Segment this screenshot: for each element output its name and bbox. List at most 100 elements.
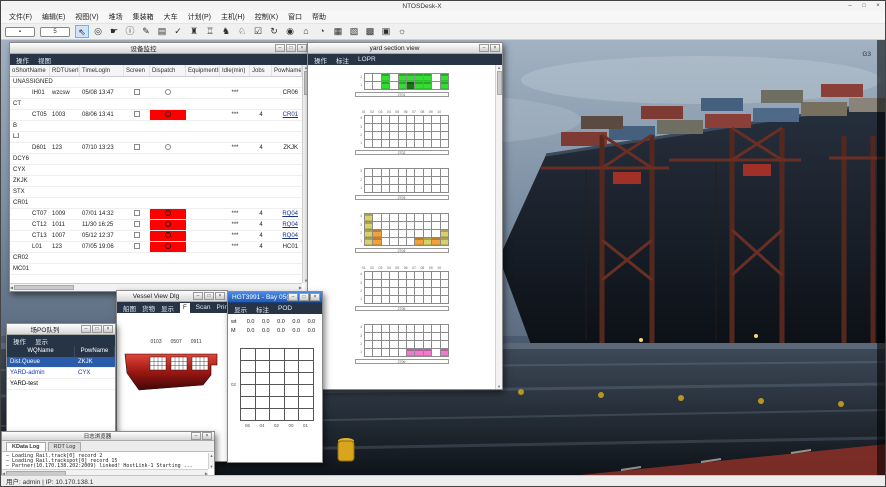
yard-cell[interactable] bbox=[399, 214, 407, 222]
yard-cell[interactable] bbox=[415, 230, 423, 238]
yard-cell[interactable] bbox=[441, 140, 449, 148]
yard-cell[interactable] bbox=[407, 185, 415, 193]
bay-slot[interactable] bbox=[299, 409, 314, 421]
log-tab-rdt-log[interactable]: RDT Log bbox=[48, 442, 82, 451]
yard-cell[interactable] bbox=[365, 169, 373, 177]
close-button[interactable]: × bbox=[103, 325, 113, 333]
yard-cell[interactable] bbox=[365, 124, 373, 132]
yard-cell[interactable] bbox=[415, 296, 423, 304]
pick-icon[interactable]: ☛ bbox=[107, 25, 121, 38]
vessel-menu-display[interactable]: 显示 bbox=[161, 303, 174, 313]
dispatch-radio[interactable] bbox=[165, 232, 171, 238]
yard-cell[interactable] bbox=[407, 214, 415, 222]
maximize-button[interactable]: □ bbox=[92, 325, 102, 333]
queue-row[interactable]: YARD-adminCYX bbox=[7, 368, 115, 379]
equipment-monitor-titlebar[interactable]: 设备监控 – □ × bbox=[10, 43, 309, 54]
yard-cell[interactable] bbox=[382, 238, 390, 246]
table-row[interactable]: CT13100705/12 12:37***4RQ04 bbox=[10, 231, 302, 242]
table-group-row[interactable]: CT bbox=[10, 99, 302, 110]
yard-cell[interactable] bbox=[441, 214, 449, 222]
column-header-5[interactable]: EquipmentID bbox=[186, 65, 220, 76]
yard-cell[interactable] bbox=[373, 82, 381, 90]
yard-cell[interactable] bbox=[399, 116, 407, 124]
screen-checkbox[interactable] bbox=[134, 111, 140, 117]
yard-section-menubar-item-2[interactable]: LOPR bbox=[358, 56, 376, 63]
yard-cell[interactable] bbox=[424, 272, 432, 280]
yard-cell[interactable] bbox=[382, 341, 390, 349]
log-browser-titlebar[interactable]: 日志浏览器 – × bbox=[2, 432, 214, 441]
yard-cell[interactable] bbox=[373, 325, 381, 333]
yard-crane-icon[interactable]: ♞ bbox=[219, 25, 233, 38]
column-header-1[interactable]: RDTUserID bbox=[50, 65, 80, 76]
yard-cell[interactable] bbox=[407, 272, 415, 280]
yard-cell[interactable] bbox=[365, 222, 373, 230]
column-header-6[interactable]: Idle(min) bbox=[220, 65, 250, 76]
yard-cell[interactable] bbox=[424, 169, 432, 177]
yard-cell[interactable] bbox=[399, 272, 407, 280]
yard-cell[interactable] bbox=[432, 116, 440, 124]
app-menu-1[interactable]: 编辑(E) bbox=[37, 12, 70, 22]
yard-cell[interactable] bbox=[399, 349, 407, 357]
app-menu-4[interactable]: 集装箱 bbox=[128, 12, 159, 22]
pow-name[interactable]: CR01 bbox=[272, 110, 302, 120]
yard-cell[interactable] bbox=[365, 230, 373, 238]
maximize-button[interactable]: □ bbox=[299, 293, 309, 301]
yard-cell[interactable] bbox=[399, 185, 407, 193]
table-group-row[interactable]: STX bbox=[10, 187, 302, 198]
yard-cell[interactable] bbox=[415, 74, 423, 82]
table-group-row[interactable]: UNASSIGNED bbox=[10, 77, 302, 88]
app-menu-3[interactable]: 堆场 bbox=[104, 12, 128, 22]
yard-cell[interactable] bbox=[424, 296, 432, 304]
yard-cell[interactable] bbox=[373, 238, 381, 246]
yard-cell[interactable] bbox=[424, 74, 432, 82]
column-header-powname[interactable]: PowName bbox=[75, 346, 115, 357]
yard-cell[interactable] bbox=[407, 349, 415, 357]
yard-cell[interactable] bbox=[382, 169, 390, 177]
yard-cell[interactable] bbox=[407, 82, 415, 90]
vessel-menu-f-toggle[interactable]: F bbox=[180, 303, 190, 313]
yard-cell[interactable] bbox=[441, 272, 449, 280]
minimize-button[interactable]: – bbox=[191, 432, 201, 440]
yard-cell[interactable] bbox=[365, 238, 373, 246]
dispatch-radio[interactable] bbox=[165, 111, 171, 117]
yard-cell[interactable] bbox=[432, 238, 440, 246]
yard-cell[interactable] bbox=[399, 74, 407, 82]
yard-cell[interactable] bbox=[373, 124, 381, 132]
table-group-row[interactable]: CYX bbox=[10, 165, 302, 176]
scroll-down-icon[interactable]: ▼ bbox=[497, 384, 501, 389]
table-group-row[interactable]: ZKJK bbox=[10, 176, 302, 187]
bay-slot[interactable] bbox=[256, 361, 271, 373]
yard-cell[interactable] bbox=[424, 222, 432, 230]
select-cursor-icon[interactable]: ⇖ bbox=[75, 25, 89, 38]
yard-cell[interactable] bbox=[382, 272, 390, 280]
close-button[interactable]: × bbox=[202, 432, 212, 440]
yard-cell[interactable] bbox=[441, 169, 449, 177]
maximize-button[interactable]: □ bbox=[857, 3, 871, 9]
yard-cell[interactable] bbox=[441, 333, 449, 341]
bay-slot[interactable] bbox=[256, 397, 271, 409]
yard-crane-alt-icon[interactable]: ♘ bbox=[235, 25, 249, 38]
yard-cell[interactable] bbox=[441, 185, 449, 193]
table-row[interactable]: L0112307/05 19:06***4HC01 bbox=[10, 242, 302, 253]
yard-cell[interactable] bbox=[432, 124, 440, 132]
yard-cell[interactable] bbox=[390, 140, 398, 148]
history-combo[interactable]: 5 bbox=[40, 27, 70, 37]
yard-cell[interactable] bbox=[390, 214, 398, 222]
app-menu-5[interactable]: 大车 bbox=[159, 12, 183, 22]
yard-cell[interactable] bbox=[365, 82, 373, 90]
bay-view-titlebar[interactable]: HGT3991 - Bay 05(06) – □ × bbox=[228, 292, 322, 303]
yard-cell[interactable] bbox=[373, 185, 381, 193]
truck-icon[interactable]: ▦ bbox=[331, 25, 345, 38]
yard-cell[interactable] bbox=[441, 132, 449, 140]
pow-name[interactable]: RQ04 bbox=[272, 209, 302, 219]
dispatch-radio[interactable] bbox=[165, 221, 171, 227]
yard-cell[interactable] bbox=[415, 124, 423, 132]
yard-cell[interactable] bbox=[407, 325, 415, 333]
yard-cell[interactable] bbox=[365, 74, 373, 82]
yard-cell[interactable] bbox=[424, 230, 432, 238]
lamp-icon[interactable]: ☼ bbox=[395, 25, 409, 38]
yard-cell[interactable] bbox=[432, 325, 440, 333]
table-row[interactable]: CT12101111/30 16:25***4RQ04 bbox=[10, 220, 302, 231]
yard-cell[interactable] bbox=[432, 177, 440, 185]
yard-cell[interactable] bbox=[424, 214, 432, 222]
